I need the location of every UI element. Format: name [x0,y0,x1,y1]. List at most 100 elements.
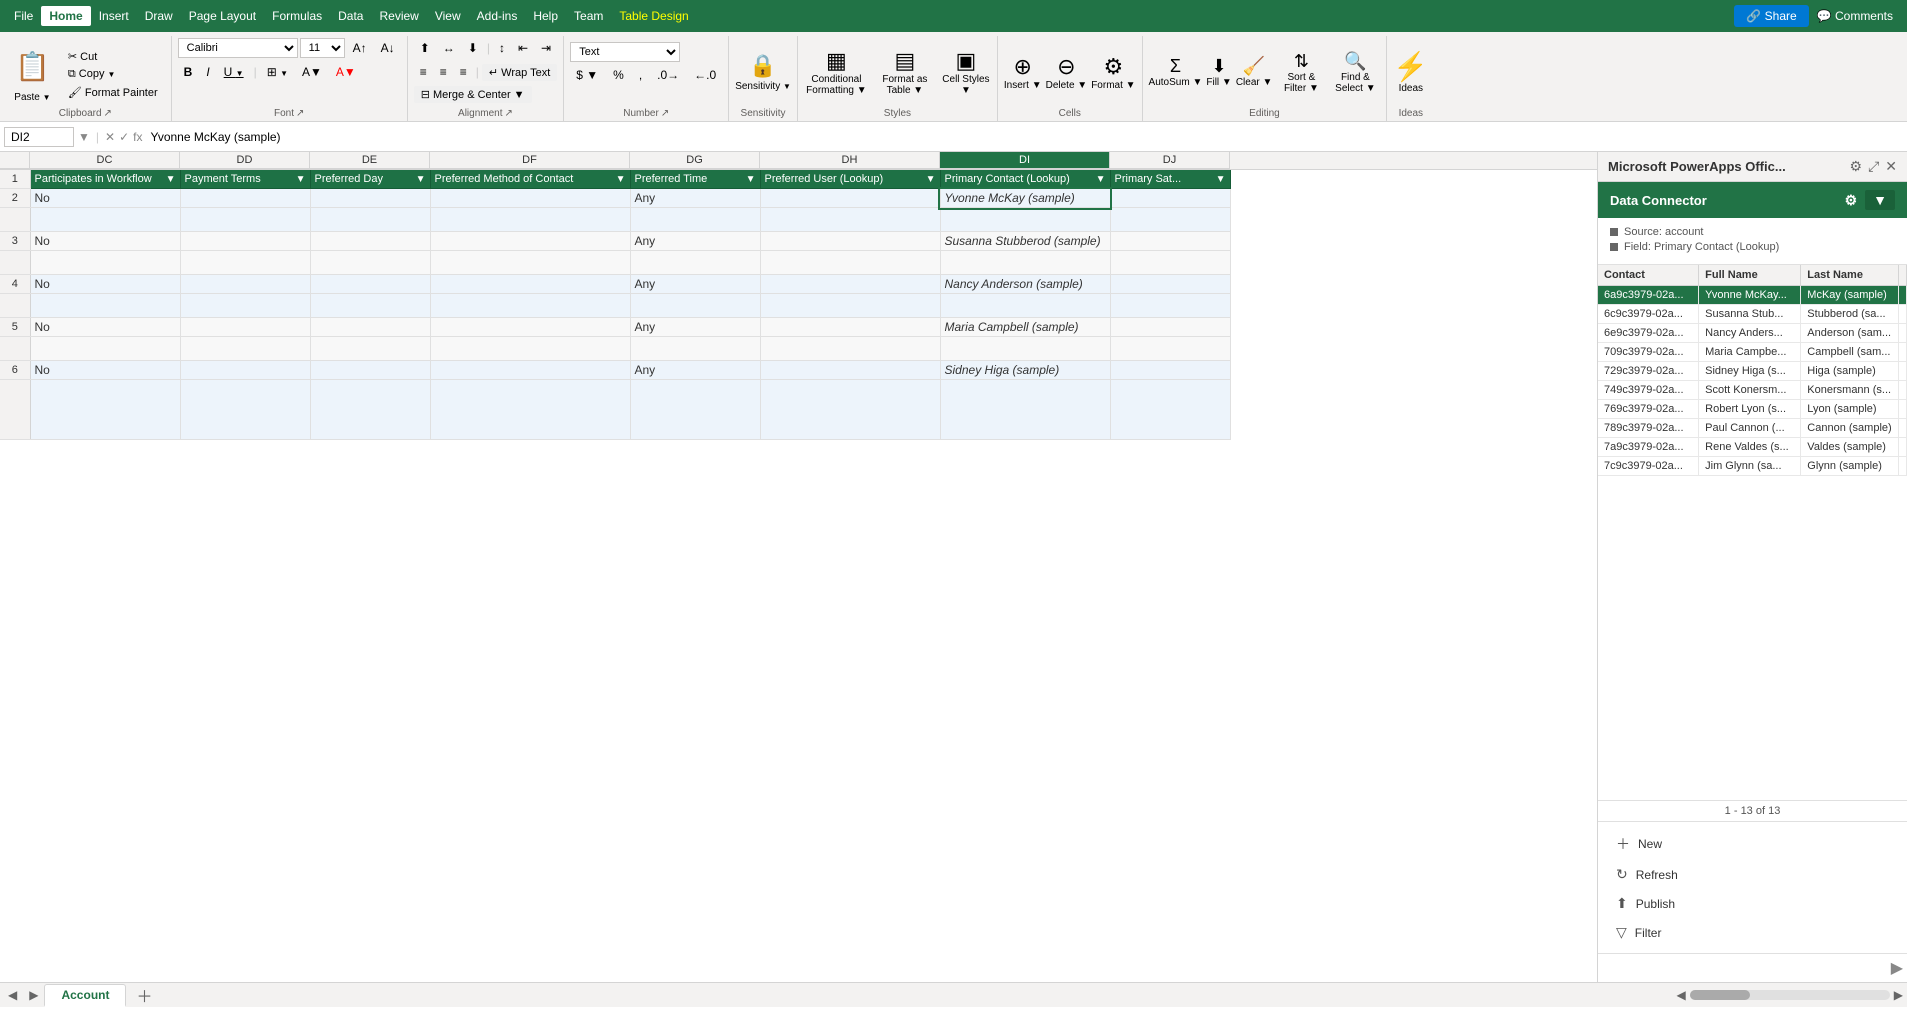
cell-r4-di[interactable]: Nancy Anderson (sample) [940,275,1110,294]
panel-row-6[interactable]: 749c3979-02a... Scott Konersm... Konersm… [1598,381,1907,400]
cell-r5-dc[interactable]: No [30,318,180,337]
decimal-decrease-button[interactable]: ←.0 [688,65,722,85]
cell-r6b-dg[interactable] [630,380,760,440]
cell-r4b-dg[interactable] [630,294,760,318]
publish-action-button[interactable]: ⬆ Publish [1610,891,1895,916]
panel-resize-icon[interactable]: ⤢ [1868,158,1879,175]
wrap-text-button[interactable]: ↵ Wrap Text [482,64,557,81]
cell-r6b-df[interactable] [430,380,630,440]
cell-r3b-dd[interactable] [180,251,310,275]
clear-button[interactable]: Clear ▼ [1236,77,1273,88]
number-expand-icon[interactable]: ↗ [661,108,669,119]
menu-table-design[interactable]: Table Design [611,6,696,26]
cell-r6-de[interactable] [310,361,430,380]
align-top-button[interactable]: ⬆ [414,38,436,58]
row-num-4b[interactable] [0,294,30,318]
font-name-select[interactable]: Calibri [178,38,298,58]
sort-filter-button[interactable]: Sort & Filter ▼ [1276,72,1326,94]
col-header-de[interactable]: DE [310,152,430,169]
insert-function-icon[interactable]: fx [133,130,142,144]
row-num-2[interactable]: 2 [0,189,30,208]
cell-r4b-df[interactable] [430,294,630,318]
cell-r2b-dh[interactable] [760,208,940,232]
panel-col-contact[interactable]: Contact [1598,265,1699,286]
data-connector-menu-icon[interactable]: ▼ [1865,190,1895,210]
ideas-button[interactable]: Ideas [1399,83,1423,94]
filter-dj-icon[interactable]: ▼ [1216,174,1226,185]
font-expand-icon[interactable]: ↗ [296,108,304,119]
row-num-1[interactable]: 1 [0,170,30,189]
find-select-button[interactable]: Find & Select ▼ [1330,72,1380,94]
bold-button[interactable]: B [178,62,199,82]
col-header-di[interactable]: DI [940,152,1110,169]
cell-r2-dj[interactable] [1110,189,1230,208]
cell-r4-dd[interactable] [180,275,310,294]
row-num-5b[interactable] [0,337,30,361]
cell-r4b-di[interactable] [940,294,1110,318]
cut-button[interactable]: ✂ Cut [61,48,165,65]
panel-expand-right-icon[interactable]: ▶ [1891,958,1903,978]
filter-dh-icon[interactable]: ▼ [926,174,936,185]
add-sheet-button[interactable]: ＋ [128,981,160,1009]
cell-r4-dc[interactable]: No [30,275,180,294]
cell-r6-di[interactable]: Sidney Higa (sample) [940,361,1110,380]
panel-row-5[interactable]: 729c3979-02a... Sidney Higa (s... Higa (… [1598,362,1907,381]
italic-button[interactable]: I [200,62,215,82]
menu-page-layout[interactable]: Page Layout [181,6,264,26]
copy-button[interactable]: ⧉ Copy ▼ [61,66,165,83]
cell-r4b-dd[interactable] [180,294,310,318]
scroll-right-icon[interactable]: ▶ [1894,988,1903,1002]
row-num-3b[interactable] [0,251,30,275]
row-num-6b[interactable] [0,380,30,440]
formula-input[interactable] [146,128,1903,146]
filter-de-icon[interactable]: ▼ [416,174,426,185]
cell-r5-dj[interactable] [1110,318,1230,337]
menu-review[interactable]: Review [371,6,426,26]
menu-help[interactable]: Help [525,6,566,26]
comma-button[interactable]: , [633,65,648,85]
border-button[interactable]: ⊞ ▼ [261,62,294,82]
cell-r4b-dc[interactable] [30,294,180,318]
cell-r6b-dd[interactable] [180,380,310,440]
filter-df-icon[interactable]: ▼ [616,174,626,185]
cell-r5b-df[interactable] [430,337,630,361]
font-size-select[interactable]: 11 [300,38,345,58]
autosum-button[interactable]: AutoSum ▼ [1149,77,1203,88]
cell-r5-df[interactable] [430,318,630,337]
cell-r4-dh[interactable] [760,275,940,294]
tab-nav-left[interactable]: ◀ [4,986,21,1004]
filter-di-icon[interactable]: ▼ [1096,174,1106,185]
cell-r5b-dd[interactable] [180,337,310,361]
cell-r4b-dh[interactable] [760,294,940,318]
merge-center-button[interactable]: ⊟ Merge & Center ▼ [414,86,532,103]
panel-row-3[interactable]: 6e9c3979-02a... Nancy Anders... Anderson… [1598,324,1907,343]
comments-button[interactable]: 💬 Comments [1817,9,1893,23]
align-right-button[interactable]: ≡ [454,62,473,82]
cell-r3b-dh[interactable] [760,251,940,275]
cell-r3-dg[interactable]: Any [630,232,760,251]
cell-r5b-di[interactable] [940,337,1110,361]
panel-settings-icon[interactable]: ⚙ [1850,158,1863,175]
cell-r6-dj[interactable] [1110,361,1230,380]
cell-r5-dg[interactable]: Any [630,318,760,337]
col-header-df[interactable]: DF [430,152,630,169]
filter-action-button[interactable]: ▽ Filter [1610,920,1895,945]
row-num-6[interactable]: 6 [0,361,30,380]
cell-r4-dj[interactable] [1110,275,1230,294]
row-num-3[interactable]: 3 [0,232,30,251]
cell-r3b-df[interactable] [430,251,630,275]
menu-insert[interactable]: Insert [91,6,137,26]
cell-r2-df[interactable] [430,189,630,208]
cell-r2b-dj[interactable] [1110,208,1230,232]
cell-r6-dc[interactable]: No [30,361,180,380]
cell-r5b-dj[interactable] [1110,337,1230,361]
fill-color-button[interactable]: A▼ [296,62,328,82]
cell-r2b-de[interactable] [310,208,430,232]
format-button[interactable]: Format ▼ [1091,80,1135,91]
sheet-tab-account[interactable]: Account [44,984,126,1007]
new-action-button[interactable]: ＋ New [1610,830,1895,858]
filter-dg-icon[interactable]: ▼ [746,174,756,185]
panel-row-2[interactable]: 6c9c3979-02a... Susanna Stub... Stubbero… [1598,305,1907,324]
panel-row-4[interactable]: 709c3979-02a... Maria Campbe... Campbell… [1598,343,1907,362]
panel-row-10[interactable]: 7c9c3979-02a... Jim Glynn (sa... Glynn (… [1598,457,1907,476]
